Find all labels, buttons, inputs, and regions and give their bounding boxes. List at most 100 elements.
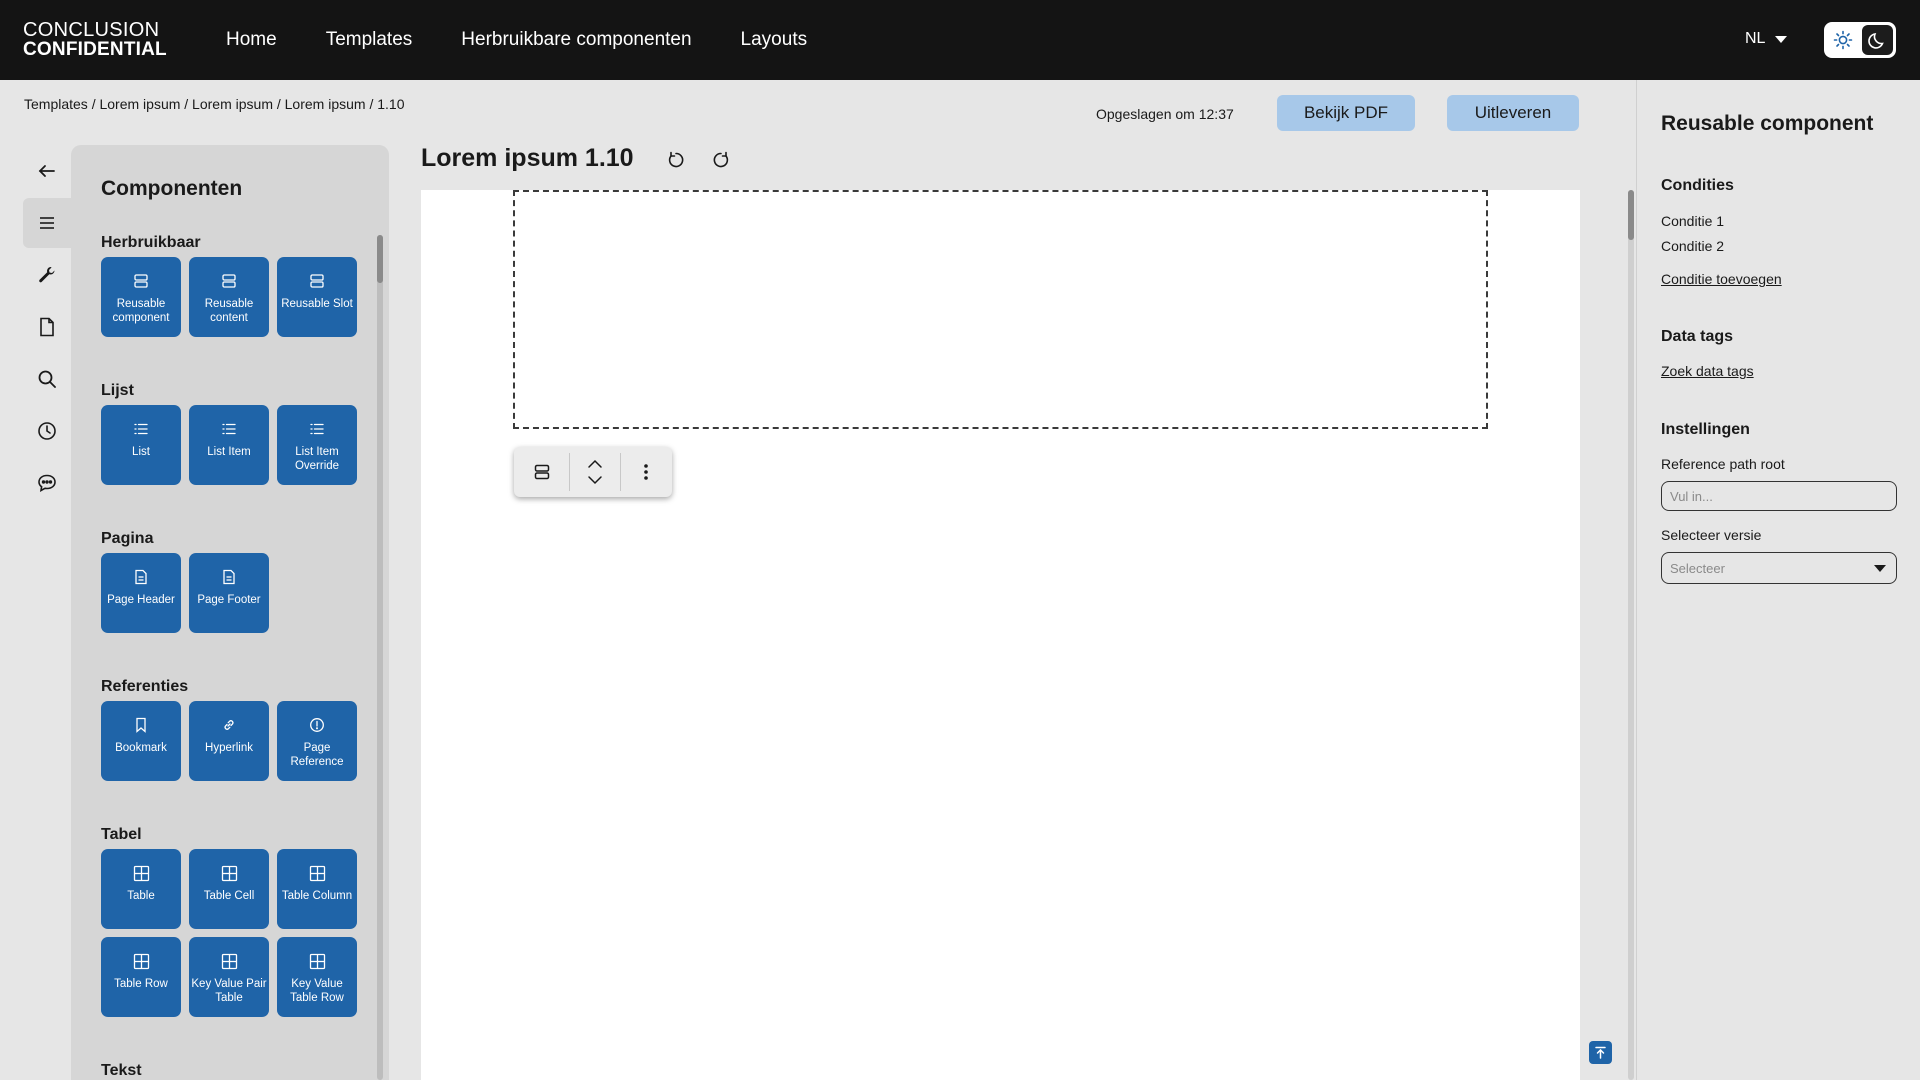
component-tile[interactable]: Hyperlink — [189, 701, 269, 781]
chevron-down-icon — [1874, 564, 1886, 572]
component-tile[interactable]: List Item Override — [277, 405, 357, 485]
chevron-up-icon[interactable] — [587, 459, 603, 469]
component-tile[interactable]: Table Column — [277, 849, 357, 929]
version-select-value: Selecteer — [1670, 560, 1725, 576]
back-button[interactable] — [23, 146, 71, 196]
component-tile[interactable]: Reusable content — [189, 257, 269, 337]
canvas-scrollbar-thumb[interactable] — [1628, 190, 1634, 240]
components-panel: Componenten Herbruikbaar Reusable compone… — [71, 145, 389, 1080]
breadcrumb[interactable]: Templates / Lorem ipsum / Lorem ipsum / … — [24, 96, 404, 112]
theme-toggle — [1824, 22, 1896, 58]
component-tile-label: Key Value Table Row — [290, 978, 344, 1004]
reusable-component-dropzone[interactable] — [513, 190, 1488, 429]
add-condition-link[interactable]: Conditie toevoegen — [1661, 271, 1782, 287]
chevron-down-icon[interactable] — [587, 475, 603, 485]
list-icon — [221, 419, 237, 439]
documents-tab[interactable] — [23, 302, 71, 352]
clock-icon — [38, 422, 56, 440]
component-tile-label: List — [132, 446, 150, 458]
component-tile-label: List Item — [207, 446, 251, 458]
component-tile[interactable]: Table — [101, 849, 181, 929]
table-icon — [309, 951, 326, 971]
component-tile[interactable]: Page Header — [101, 553, 181, 633]
section-title: Lijst — [101, 382, 134, 399]
left-rail — [23, 146, 73, 510]
component-tile-label: Page Footer — [197, 594, 261, 606]
language-selector[interactable]: NL — [1745, 30, 1788, 48]
language-label: NL — [1745, 30, 1766, 47]
search-data-tags-link[interactable]: Zoek data tags — [1661, 363, 1754, 379]
scroll-to-top-button[interactable] — [1589, 1041, 1612, 1064]
table-icon — [133, 863, 150, 883]
chevron-down-icon — [1775, 35, 1788, 43]
deliver-button[interactable]: Uitleveren — [1447, 95, 1579, 131]
redo-icon — [713, 151, 729, 168]
component-tile-label: Page Header — [107, 594, 175, 606]
component-tile[interactable]: List Item — [189, 405, 269, 485]
component-tile[interactable]: Table Row — [101, 937, 181, 1017]
page-icon — [134, 567, 148, 587]
section-title: Tekst — [101, 1062, 142, 1079]
saved-status: Opgeslagen om 12:37 — [1096, 106, 1234, 122]
component-tile[interactable]: Reusable Slot — [277, 257, 357, 337]
reusable-icon — [133, 271, 149, 291]
view-pdf-button[interactable]: Bekijk PDF — [1277, 95, 1415, 131]
tools-tab[interactable] — [23, 250, 71, 300]
move-controls — [570, 447, 620, 497]
component-tile[interactable]: Reusable component — [101, 257, 181, 337]
version-select[interactable]: Selecteer — [1661, 552, 1897, 584]
panel-scrollbar[interactable] — [377, 235, 383, 1080]
components-tab[interactable] — [23, 198, 71, 248]
moon-icon[interactable] — [1862, 25, 1893, 55]
undo-icon — [668, 151, 684, 168]
reusable-component-button[interactable] — [514, 447, 569, 497]
component-tile[interactable]: Bookmark — [101, 701, 181, 781]
component-tile-label: Reusable Slot — [281, 298, 353, 310]
arrow-up-to-top-icon — [1595, 1046, 1606, 1059]
nav-layouts[interactable]: Layouts — [741, 29, 808, 51]
main-nav: Home Templates Herbruikbare componenten … — [226, 0, 807, 80]
component-tile[interactable]: Key Value Pair Table — [189, 937, 269, 1017]
table-icon — [221, 863, 238, 883]
component-tile[interactable]: Page Footer — [189, 553, 269, 633]
component-tile-label: Reusable content — [204, 298, 254, 324]
document-icon — [40, 317, 54, 337]
component-tile[interactable]: List — [101, 405, 181, 485]
section-title: Herbruikbaar — [101, 234, 201, 251]
search-tab[interactable] — [23, 354, 71, 404]
arrow-left-icon — [38, 165, 55, 177]
component-tile[interactable]: Page Reference — [277, 701, 357, 781]
info-icon — [309, 715, 325, 735]
logo-line-1: CONCLUSION — [23, 19, 160, 41]
section-title: Referenties — [101, 678, 189, 695]
component-toolbar — [514, 447, 672, 497]
redo-button[interactable] — [709, 148, 733, 172]
logo-line-2: CONFIDENTIAL — [23, 39, 167, 60]
component-tile-label: Table Column — [281, 890, 353, 902]
condition-item[interactable]: Conditie 1 — [1661, 213, 1724, 229]
component-tile[interactable]: Key Value Table Row — [277, 937, 357, 1017]
nav-templates[interactable]: Templates — [326, 29, 413, 51]
component-tile-label: Table Cell — [203, 890, 255, 902]
components-title: Componenten — [101, 177, 243, 200]
canvas-title: Lorem ipsum 1.10 — [421, 144, 634, 172]
component-tile[interactable]: Table Cell — [189, 849, 269, 929]
table-icon — [221, 951, 238, 971]
condition-item[interactable]: Conditie 2 — [1661, 238, 1724, 254]
version-label: Selecteer versie — [1661, 527, 1762, 543]
undo-button[interactable] — [664, 148, 688, 172]
reusable-icon — [221, 271, 237, 291]
component-tile-label: Table Row — [114, 978, 168, 990]
panel-scrollbar-thumb[interactable] — [377, 235, 383, 283]
comments-tab[interactable] — [23, 458, 71, 508]
sun-icon[interactable] — [1827, 25, 1858, 55]
nav-reusable-components[interactable]: Herbruikbare componenten — [461, 29, 691, 51]
nav-home[interactable]: Home — [226, 29, 277, 51]
canvas-scrollbar[interactable] — [1628, 190, 1634, 1080]
reference-path-input[interactable] — [1661, 481, 1897, 511]
logo[interactable]: CONCLUSION CONFIDENTIAL — [23, 19, 167, 60]
more-options-button[interactable] — [621, 447, 671, 497]
properties-title: Reusable component — [1661, 112, 1874, 135]
history-tab[interactable] — [23, 406, 71, 456]
search-icon — [38, 370, 56, 388]
